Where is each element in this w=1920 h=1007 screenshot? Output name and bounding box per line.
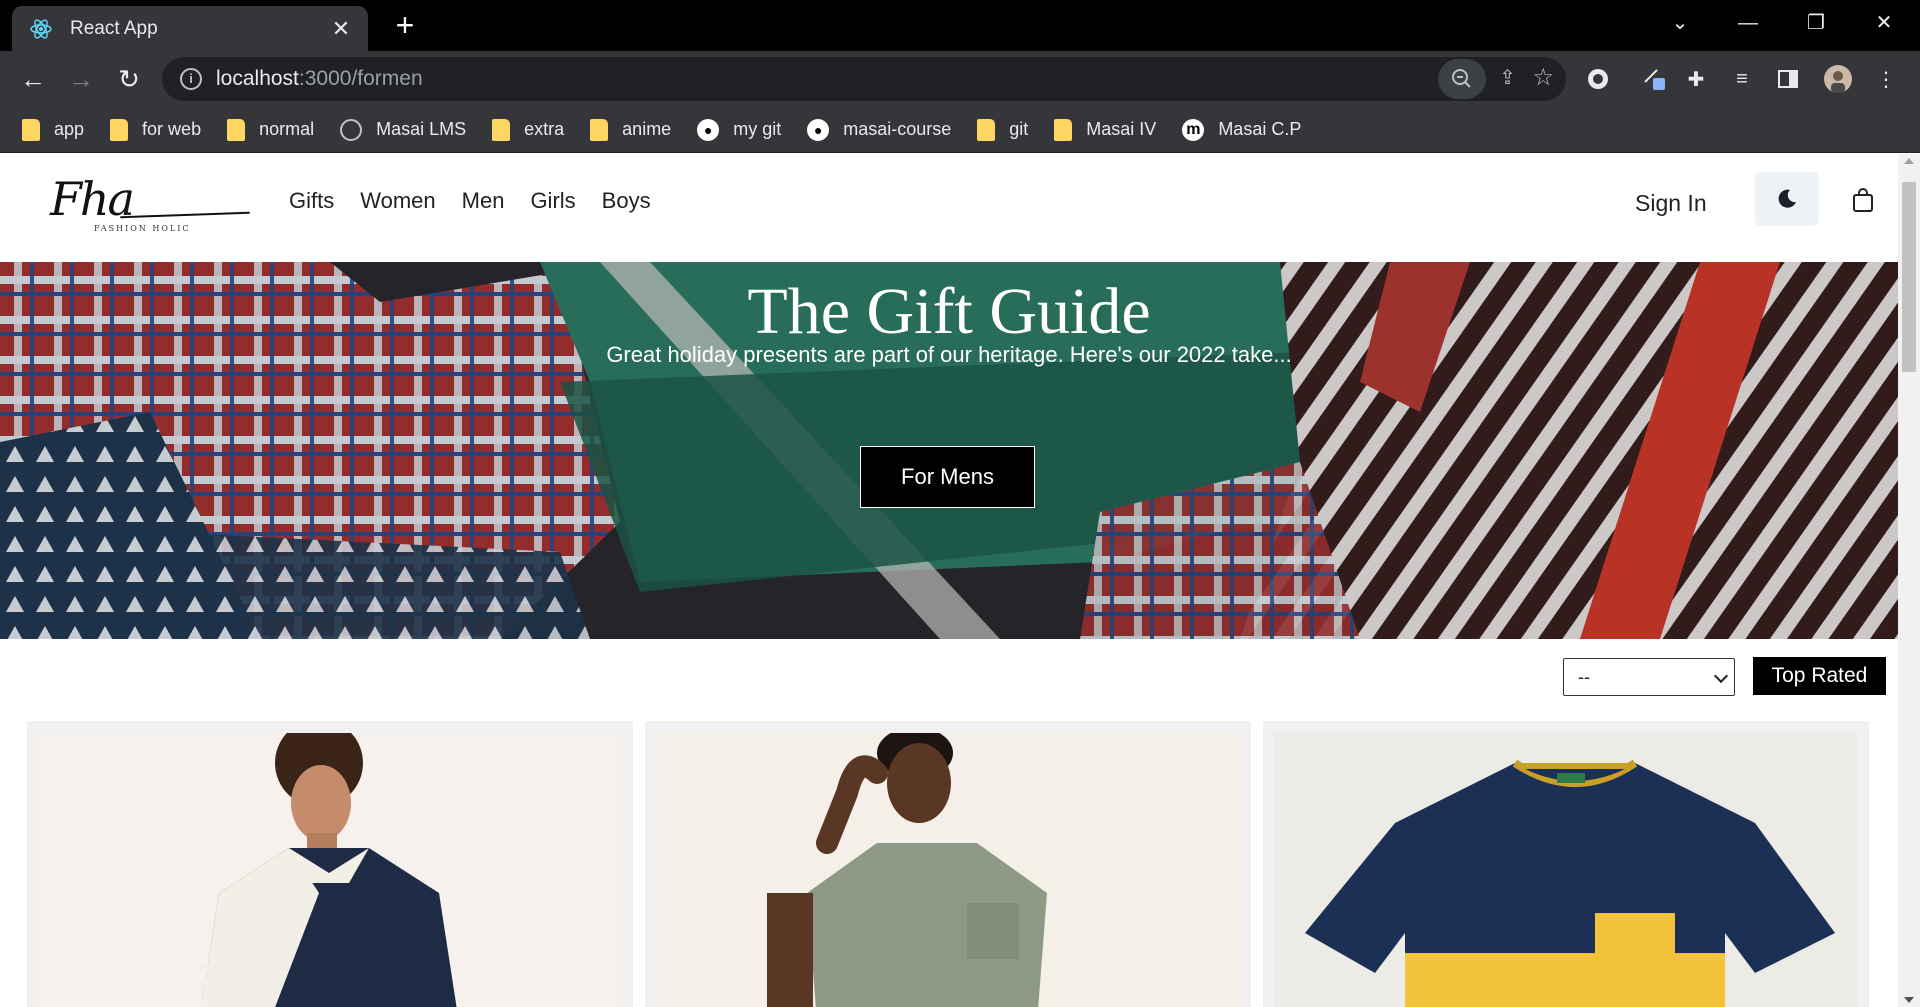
hero-banner: The Gift Guide Great holiday presents ar… [0, 262, 1898, 639]
pen-extension-icon[interactable] [1638, 63, 1670, 95]
product-card[interactable] [645, 721, 1251, 1007]
product-image-colorblock-tee[interactable] [1275, 733, 1857, 1007]
github-icon: ● [697, 118, 720, 141]
profile-avatar[interactable] [1822, 63, 1854, 95]
for-mens-button[interactable]: For Mens [860, 446, 1035, 508]
nav-men[interactable]: Men [462, 188, 505, 214]
bookmark-normal[interactable]: normal [227, 113, 326, 147]
folder-icon [492, 118, 511, 141]
masai-m-icon: m [1182, 118, 1205, 141]
bookmark-anime[interactable]: anime [590, 113, 683, 147]
nav-women[interactable]: Women [360, 188, 435, 214]
top-rated-button[interactable]: Top Rated [1753, 657, 1886, 695]
zoom-button[interactable] [1438, 59, 1486, 99]
folder-icon [977, 118, 996, 141]
product-image-pocket-tee[interactable] [657, 733, 1239, 1007]
restore-icon[interactable]: ❐ [1796, 8, 1836, 38]
globe-icon [340, 118, 363, 141]
folder-icon [1054, 118, 1073, 141]
folder-icon [22, 118, 40, 141]
page-viewport: Fha FASHION HOLIC Gifts Women Men Girls … [0, 154, 1920, 1007]
reload-icon[interactable]: ↻ [110, 60, 148, 98]
hero-title: The Gift Guide [747, 275, 1151, 348]
nav-girls[interactable]: Girls [530, 188, 575, 214]
bookmark-masai-course[interactable]: ● masai-course [807, 113, 963, 147]
bookmark-masai-lms[interactable]: Masai LMS [340, 113, 478, 147]
scrollbar-thumb[interactable] [1902, 182, 1916, 372]
extension-icon[interactable] [1582, 63, 1614, 95]
nav-boys[interactable]: Boys [602, 188, 651, 214]
hero-subtitle: Great holiday presents are part of our h… [606, 342, 1292, 367]
shopping-bag-icon[interactable] [1850, 187, 1876, 213]
bookmark-for-web[interactable]: for web [110, 113, 213, 147]
product-image-rugby-shirt[interactable] [39, 733, 621, 1007]
tab-title: React App [70, 17, 158, 39]
sort-select[interactable]: -- [1563, 658, 1735, 696]
forward-icon[interactable]: → [62, 60, 100, 98]
bookmark-star-icon[interactable]: ☆ [1532, 63, 1554, 92]
media-controls-icon[interactable]: ≡ [1726, 63, 1758, 95]
puzzle-extensions-icon[interactable]: ✚ [1680, 63, 1712, 95]
site-info-icon[interactable]: i [180, 68, 202, 90]
sort-selected-value: -- [1578, 666, 1590, 687]
browser-toolbar: ← → ↻ i localhost:3000/formen ⇪ ☆ ✚ ≡ ⋮ [0, 51, 1920, 107]
chrome-menu-icon[interactable]: ⋮ [1870, 63, 1902, 95]
product-card[interactable] [27, 721, 633, 1007]
site-header: Fha FASHION HOLIC Gifts Women Men Girls … [0, 154, 1898, 262]
sign-in-link[interactable]: Sign In [1635, 190, 1707, 217]
product-card[interactable] [1263, 721, 1869, 1007]
dark-mode-toggle[interactable] [1755, 172, 1819, 226]
bookmark-masai-cp[interactable]: m Masai C.P [1182, 113, 1313, 147]
close-window-icon[interactable]: ✕ [1864, 8, 1904, 38]
zoom-icon [1452, 69, 1471, 88]
browser-tab[interactable]: React App ✕ [12, 6, 368, 51]
main-nav: Gifts Women Men Girls Boys [289, 188, 677, 214]
url-text: localhost:3000/formen [216, 67, 423, 90]
address-bar[interactable]: i localhost:3000/formen ⇪ ☆ [162, 57, 1566, 101]
new-tab-icon[interactable]: + [390, 9, 420, 41]
back-icon[interactable]: ← [14, 60, 52, 98]
fashion-holic-logo[interactable]: Fha FASHION HOLIC [50, 172, 250, 238]
folder-icon [227, 118, 246, 141]
moon-icon [1778, 189, 1796, 208]
nav-gifts[interactable]: Gifts [289, 188, 334, 214]
bookmarks-bar: app for web normal Masai LMS extra anime… [0, 107, 1920, 153]
scroll-down-arrow-icon[interactable] [1904, 997, 1914, 1003]
sort-controls: -- Top Rated [0, 639, 1898, 719]
bookmark-git[interactable]: git [977, 113, 1040, 147]
minimize-icon[interactable]: — [1728, 8, 1768, 38]
page-scrollbar[interactable] [1898, 154, 1920, 1007]
bookmark-extra[interactable]: extra [492, 113, 576, 147]
tab-search-chevron-icon[interactable]: ⌄ [1660, 8, 1700, 38]
react-icon [30, 18, 52, 40]
close-tab-icon[interactable]: ✕ [328, 16, 354, 42]
product-grid [27, 721, 1887, 1007]
folder-icon [590, 118, 609, 141]
share-icon[interactable]: ⇪ [1499, 65, 1516, 90]
folder-icon [110, 118, 129, 141]
bookmark-masai-iv[interactable]: Masai IV [1054, 113, 1168, 147]
browser-tab-strip: React App ✕ + ⌄ — ❐ ✕ [0, 0, 1920, 51]
bookmark-app[interactable]: app [22, 113, 96, 147]
chevron-down-icon [1713, 668, 1729, 684]
bookmark-my-git[interactable]: ● my git [697, 113, 793, 147]
side-panel-icon[interactable] [1772, 63, 1804, 95]
scroll-up-arrow-icon[interactable] [1904, 158, 1914, 164]
github-icon: ● [807, 118, 830, 141]
